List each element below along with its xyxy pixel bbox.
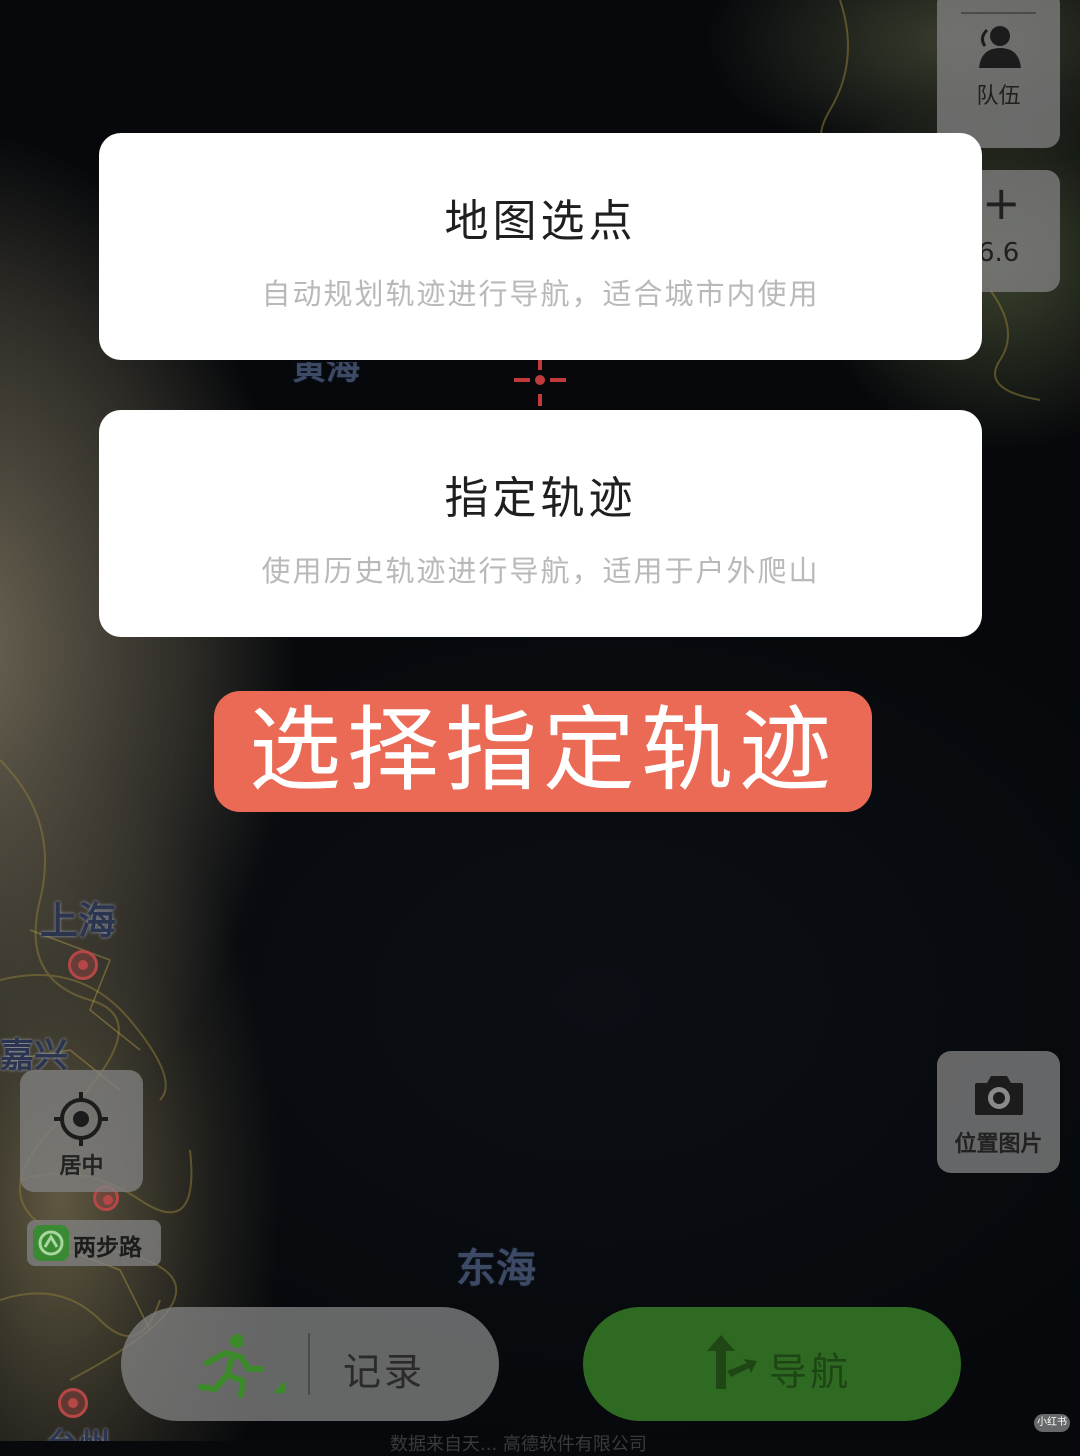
navigate-arrow-icon	[707, 1335, 757, 1389]
center-label: 居中	[59, 1154, 104, 1179]
zoom-level: 6.6	[978, 238, 1020, 268]
map-label-shanghai: 上海	[40, 899, 117, 943]
two-step-logo-icon	[33, 1225, 69, 1261]
option-title: 指定轨迹	[444, 473, 637, 524]
watermark: 小红书	[1034, 1414, 1070, 1432]
record-label: 记录	[343, 1350, 426, 1394]
team-button[interactable]: 队伍	[937, 0, 1060, 148]
annotation-banner: 选择指定轨迹	[214, 691, 872, 812]
annotation-text: 选择指定轨迹	[248, 697, 837, 804]
running-icon	[198, 1334, 285, 1398]
zoom-in-button[interactable]: +	[982, 176, 1021, 230]
team-label: 队伍	[976, 84, 1021, 109]
location-photo-button[interactable]: 位置图片	[937, 1051, 1060, 1173]
team-divider	[961, 12, 1036, 14]
navigate-button[interactable]: 导航	[583, 1307, 961, 1421]
map-label-east-sea: 东海	[456, 1246, 536, 1292]
location-photo-label: 位置图片	[954, 1132, 1043, 1157]
city-pin-taizhou	[58, 1388, 88, 1418]
crosshair-icon	[514, 358, 566, 406]
option-title: 地图选点	[444, 196, 637, 247]
navigate-label: 导航	[769, 1350, 852, 1394]
camera-icon	[975, 1076, 1023, 1115]
record-divider	[308, 1333, 310, 1395]
center-button[interactable]: 居中	[20, 1070, 143, 1192]
two-step-label: 两步路	[73, 1235, 142, 1261]
option-subtitle: 自动规划轨迹进行导航，适合城市内使用	[261, 277, 820, 311]
map-label-taizhou: 台州	[46, 1420, 110, 1441]
option-specified-track[interactable]: 指定轨迹 使用历史轨迹进行导航，适用于户外爬山	[99, 410, 982, 637]
team-icon	[979, 26, 1021, 68]
option-map-point[interactable]: 地图选点 自动规划轨迹进行导航，适合城市内使用	[99, 133, 982, 360]
record-button[interactable]: 记录	[121, 1307, 499, 1421]
locate-icon	[54, 1092, 108, 1146]
two-step-badge[interactable]: 两步路	[27, 1220, 161, 1266]
city-pin-shanghai	[68, 950, 98, 980]
map-attribution: 数据来自天... 高德软件有限公司	[390, 1434, 647, 1455]
option-subtitle: 使用历史轨迹进行导航，适用于户外爬山	[261, 554, 820, 588]
